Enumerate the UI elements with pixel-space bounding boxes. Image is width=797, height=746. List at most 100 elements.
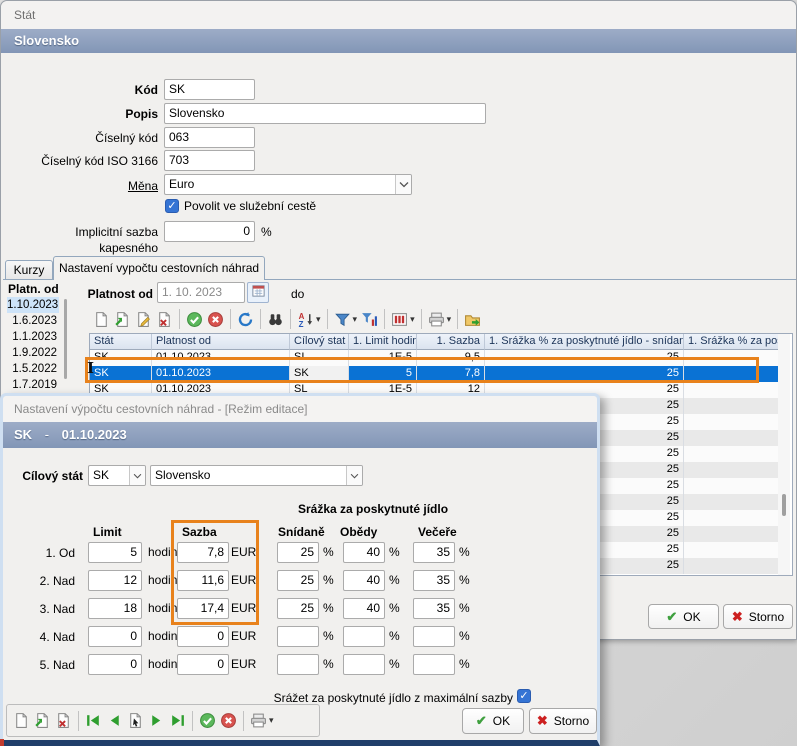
iso-kod-input[interactable]: 703 <box>164 150 255 171</box>
table-header-row[interactable]: StátPlatnost odCílový stat1. Limit hodin… <box>90 334 792 350</box>
tab-kurzy[interactable]: Kurzy <box>5 260 53 280</box>
checkbox-check-icon: ✓ <box>519 690 528 702</box>
obedy-input[interactable] <box>343 626 385 647</box>
browse-list-button[interactable] <box>125 710 146 732</box>
obedy-input[interactable]: 40 <box>343 598 385 619</box>
cancel-button[interactable] <box>205 308 226 330</box>
sort-az-button[interactable]: AZ▾ <box>295 308 323 330</box>
edit-document-button[interactable] <box>133 308 154 330</box>
columns-button[interactable]: ▾ <box>389 308 417 330</box>
snidane-input[interactable]: 25 <box>277 598 319 619</box>
new-document-button[interactable] <box>11 710 32 732</box>
date-list-item[interactable]: 1.1.2023 <box>7 329 59 345</box>
chevron-down-icon[interactable] <box>395 175 411 194</box>
table-cell: 1. Sazba <box>417 334 485 350</box>
nav-last-button[interactable] <box>167 710 188 732</box>
obedy-input[interactable]: 40 <box>343 542 385 563</box>
dropdown-arrow-icon[interactable]: ▾ <box>269 715 274 726</box>
chevron-down-icon[interactable] <box>129 466 145 485</box>
cilovy-stat-code-combobox[interactable]: SK <box>88 465 146 486</box>
table-header-row[interactable]: StátPlatnost odCílový stat1. Limit hodin… <box>90 334 792 350</box>
table-cell <box>684 526 779 542</box>
date-list-scrollbar[interactable] <box>64 299 67 379</box>
mena-label[interactable]: Měna <box>21 178 158 194</box>
accept-button[interactable] <box>197 710 218 732</box>
filter-button[interactable]: ▾ <box>332 308 360 330</box>
search-binoculars-button[interactable] <box>265 308 286 330</box>
new-document-button[interactable] <box>91 308 112 330</box>
cilovy-stat-code: SK <box>89 466 129 485</box>
kod-label: Kód <box>21 82 158 98</box>
povolit-checkbox[interactable]: ✓ <box>165 199 179 213</box>
obedy-input[interactable] <box>343 654 385 675</box>
limit-input[interactable]: 5 <box>88 542 142 563</box>
import-document-button[interactable] <box>112 308 133 330</box>
dropdown-arrow-icon[interactable]: ▾ <box>316 314 321 325</box>
snidane-input[interactable]: 25 <box>277 570 319 591</box>
copy-document-button[interactable] <box>32 710 53 732</box>
popis-input[interactable]: Slovensko <box>164 103 486 124</box>
corner-red-notch <box>0 739 4 746</box>
record-header: Slovensko <box>1 29 796 53</box>
vecere-input[interactable]: 35 <box>413 542 455 563</box>
refresh-button[interactable] <box>235 308 256 330</box>
main-ok-button[interactable]: ✔OK <box>648 604 719 629</box>
snidane-input[interactable] <box>277 654 319 675</box>
dialog-storno-button[interactable]: ✖Storno <box>529 708 597 734</box>
platnost-od-input[interactable]: 1. 10. 2023 <box>157 282 245 303</box>
date-list-item[interactable]: 1.7.2019 <box>7 377 59 393</box>
chevron-down-icon[interactable] <box>346 466 362 485</box>
sazba-input[interactable]: 0 <box>177 626 229 647</box>
snidane-input[interactable]: 25 <box>277 542 319 563</box>
dropdown-arrow-icon[interactable]: ▾ <box>410 314 415 325</box>
date-list-item[interactable]: 1.5.2022 <box>7 361 59 377</box>
main-ok-label: OK <box>683 610 700 624</box>
table-scrollbar-track[interactable] <box>778 334 790 575</box>
nav-first-button[interactable] <box>83 710 104 732</box>
table-scrollbar-thumb[interactable] <box>782 494 786 516</box>
text-cursor: I <box>87 359 94 377</box>
nav-prev-button[interactable] <box>104 710 125 732</box>
limit-input[interactable]: 12 <box>88 570 142 591</box>
nav-next-button[interactable] <box>146 710 167 732</box>
kapesne-input[interactable]: 0 <box>164 221 255 242</box>
calendar-button[interactable] <box>247 282 269 303</box>
svg-text:Z: Z <box>299 319 304 327</box>
percent-unit: % <box>323 601 334 616</box>
kod-input[interactable]: SK <box>164 79 255 100</box>
vecere-input[interactable]: 35 <box>413 570 455 591</box>
srazet-checkbox[interactable]: ✓ <box>517 689 531 703</box>
accept-button[interactable] <box>184 308 205 330</box>
delete-document-button[interactable] <box>53 710 74 732</box>
vecere-input[interactable] <box>413 654 455 675</box>
ciselny-kod-input[interactable]: 063 <box>164 127 255 148</box>
snidane-input[interactable] <box>277 626 319 647</box>
cancel-button[interactable] <box>218 710 239 732</box>
dropdown-arrow-icon[interactable]: ▾ <box>353 314 358 325</box>
table-cell: 1. Limit hodin <box>349 334 417 350</box>
sazba-input[interactable]: 0 <box>177 654 229 675</box>
obedy-input[interactable]: 40 <box>343 570 385 591</box>
limit-input[interactable]: 0 <box>88 626 142 647</box>
delete-document-icon <box>55 712 72 729</box>
vecere-input[interactable]: 35 <box>413 598 455 619</box>
limit-input[interactable]: 18 <box>88 598 142 619</box>
table-cell <box>684 430 779 446</box>
percent-unit: % <box>323 629 334 644</box>
eur-unit: EUR <box>231 629 256 644</box>
print-button[interactable]: ▾ <box>248 710 276 732</box>
cilovy-stat-name-combobox[interactable]: Slovensko <box>150 465 363 486</box>
delete-document-button[interactable] <box>154 308 175 330</box>
mena-combobox[interactable]: Euro <box>164 174 412 195</box>
dropdown-arrow-icon[interactable]: ▾ <box>447 314 452 325</box>
tab-nastaveni-nahrad[interactable]: Nastavení vypočtu cestovních náhrad <box>53 256 265 280</box>
vecere-input[interactable] <box>413 626 455 647</box>
export-folder-button[interactable] <box>462 308 483 330</box>
dialog-ok-button[interactable]: ✔OK <box>462 708 524 734</box>
filter-chart-button[interactable] <box>359 308 380 330</box>
limit-input[interactable]: 0 <box>88 654 142 675</box>
date-list-item[interactable]: 1.9.2022 <box>7 345 59 361</box>
main-storno-button[interactable]: ✖Storno <box>723 604 793 629</box>
date-list-item[interactable]: 1.6.2023 <box>7 313 59 329</box>
print-button[interactable]: ▾ <box>426 308 454 330</box>
